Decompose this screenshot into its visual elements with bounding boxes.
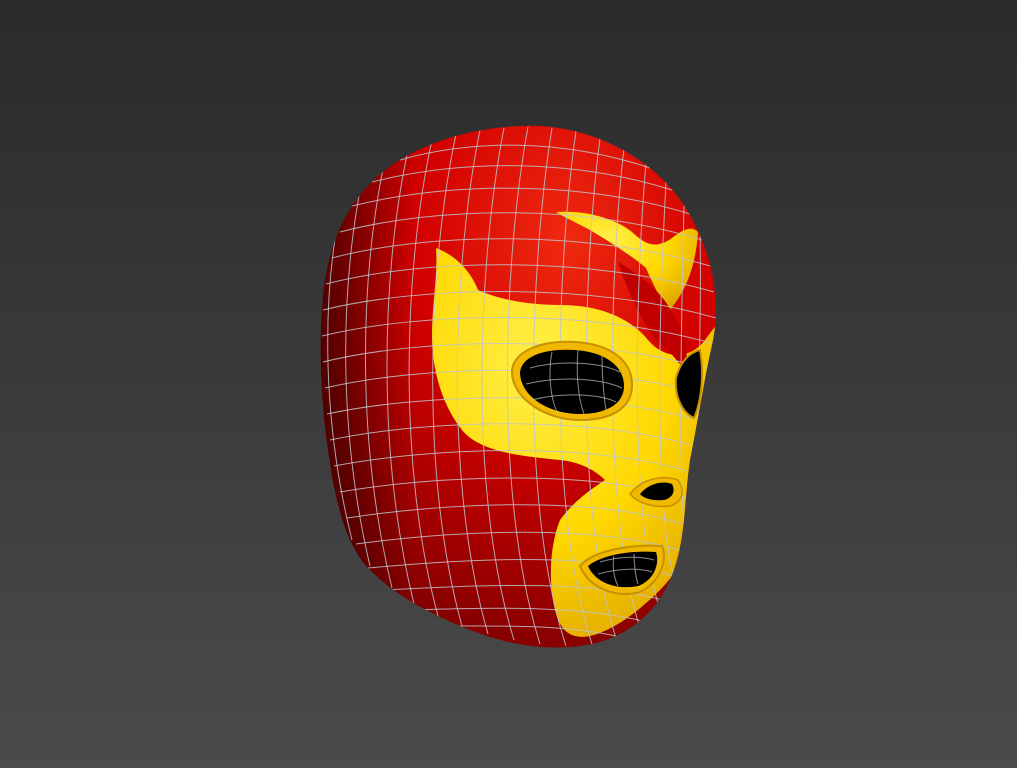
- 3d-viewport[interactable]: [0, 0, 1017, 768]
- viewport-canvas[interactable]: [0, 0, 1017, 768]
